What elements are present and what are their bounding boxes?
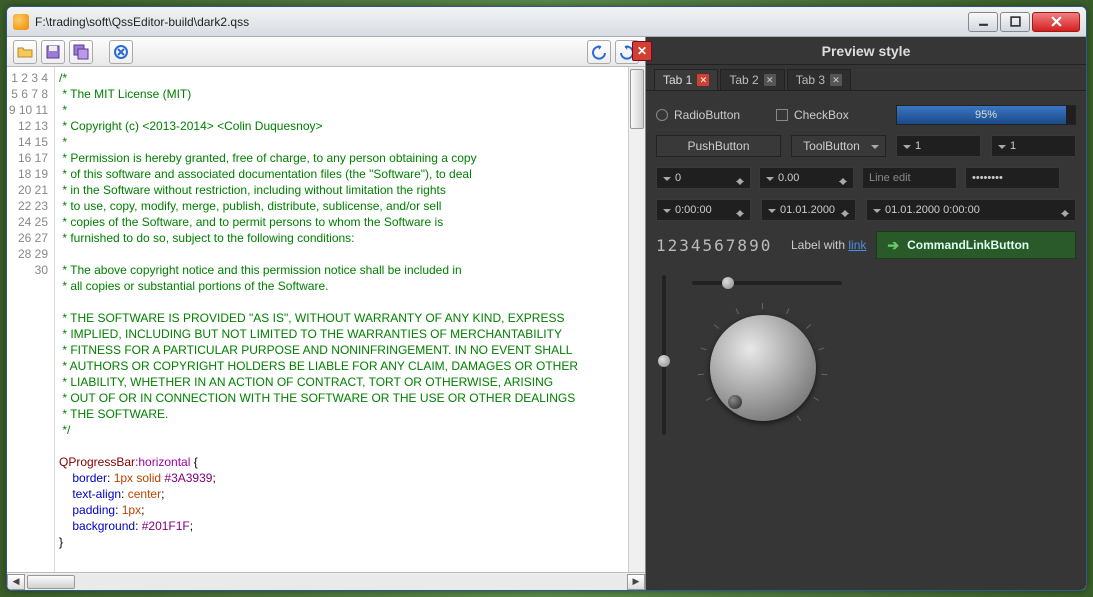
dial[interactable] [698,303,828,433]
titlebar[interactable]: F:\trading\soft\QssEditor-build\dark2.qs… [7,7,1086,37]
tool-button[interactable]: ToolButton [791,135,886,157]
open-button[interactable] [13,40,37,64]
h-scroll-right[interactable]: ▶ [627,574,645,590]
arrow-right-icon: ➔ [887,237,899,254]
h-scroll-thumb[interactable] [27,575,75,589]
combo-1[interactable]: 1 [896,135,981,157]
lcd-number: 1234567890 [656,236,781,255]
preview-title: ✕ Preview style [646,37,1086,65]
line-gutter: 1 2 3 4 5 6 7 8 9 10 11 12 13 14 15 16 1… [7,67,55,572]
radio-button[interactable]: RadioButton [656,108,766,122]
vertical-scrollbar[interactable] [628,67,645,572]
time-edit[interactable]: 0:00:00 [656,199,751,221]
command-link-button[interactable]: ➔CommandLinkButton [876,231,1076,259]
preview-pane: ✕ Preview style Tab 1✕ Tab 2✕ Tab 3✕ Rad… [646,37,1086,590]
datetime-edit[interactable]: 01.01.2000 0:00:00 [866,199,1076,221]
label-link[interactable]: link [848,238,866,252]
progress-bar: 95% [896,105,1076,125]
push-button[interactable]: PushButton [656,135,781,157]
spin-int[interactable]: 0 [656,167,751,189]
date-edit[interactable]: 01.01.2000 [761,199,856,221]
horizontal-slider[interactable] [692,275,842,291]
maximize-button[interactable] [1000,12,1030,32]
password-edit[interactable]: •••••••• [965,167,1060,189]
horizontal-scrollbar[interactable]: ◀ ▶ [7,572,645,590]
tab-2[interactable]: Tab 2✕ [720,69,784,90]
app-window: F:\trading\soft\QssEditor-build\dark2.qs… [6,6,1087,591]
code-editor[interactable]: 1 2 3 4 5 6 7 8 9 10 11 12 13 14 15 16 1… [7,67,645,572]
save-button[interactable] [41,40,65,64]
tab-1[interactable]: Tab 1✕ [654,69,718,90]
line-edit[interactable]: Line edit [862,167,957,189]
close-button[interactable] [1032,12,1080,32]
editor-pane: 1 2 3 4 5 6 7 8 9 10 11 12 13 14 15 16 1… [7,37,646,590]
undo-button[interactable] [587,40,611,64]
editor-toolbar [7,37,645,67]
close-preview-icon[interactable]: ✕ [632,41,652,61]
preview-tabs: Tab 1✕ Tab 2✕ Tab 3✕ [646,65,1086,91]
tab-3-close-icon[interactable]: ✕ [830,74,842,86]
v-slider-thumb[interactable] [658,355,670,367]
vertical-slider[interactable] [656,275,672,435]
app-icon [13,14,29,30]
minimize-button[interactable] [968,12,998,32]
clear-button[interactable] [109,40,133,64]
v-scroll-thumb[interactable] [630,69,644,129]
h-slider-thumb[interactable] [722,277,734,289]
window-title: F:\trading\soft\QssEditor-build\dark2.qs… [35,15,968,29]
tab-3[interactable]: Tab 3✕ [787,69,851,90]
h-scroll-left[interactable]: ◀ [7,574,25,590]
checkbox[interactable]: CheckBox [776,108,886,122]
label-with-link: Label with link [791,238,866,252]
tab-1-close-icon[interactable]: ✕ [697,74,709,86]
combo-2[interactable]: 1 [991,135,1076,157]
tab-2-close-icon[interactable]: ✕ [764,74,776,86]
code-area[interactable]: /* * The MIT License (MIT) * * Copyright… [55,67,645,572]
spin-double[interactable]: 0.00 [759,167,854,189]
save-as-button[interactable] [69,40,93,64]
